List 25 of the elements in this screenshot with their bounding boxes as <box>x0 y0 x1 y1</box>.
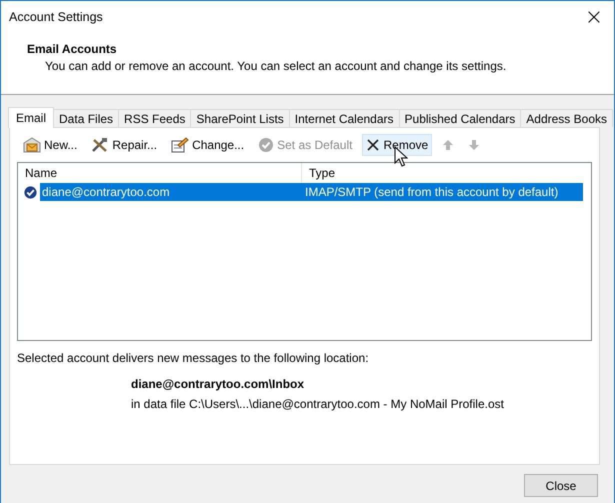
location-intro: Selected account delivers new messages to the following location: <box>17 351 370 365</box>
section-description: You can add or remove an account. You can select an account and change its settings. <box>44 59 508 73</box>
column-header[interactable]: Type <box>302 163 580 183</box>
data-file-path: in data file C:\Users\...\diane@contrarytoo.com - My NoMail Profile.ost <box>131 397 505 411</box>
down-arrow-icon <box>468 139 480 151</box>
tools-icon <box>91 137 110 153</box>
close-button[interactable]: × <box>574 1 614 33</box>
window-title: Account Settings <box>9 10 103 24</box>
toolbar-button[interactable]: New... <box>19 134 82 156</box>
tab[interactable]: Address Books <box>520 109 613 127</box>
toolbar-button[interactable]: Remove <box>362 134 432 156</box>
account-name: diane@contrarytoo.com <box>40 183 302 201</box>
close-dialog-button[interactable]: Close <box>524 474 598 497</box>
account-type: IMAP/SMTP (send from this account by default) <box>302 183 583 201</box>
toolbar-button[interactable]: Repair... <box>87 134 162 156</box>
check-circle-icon <box>258 137 274 153</box>
inbox-path: diane@contrarytoo.com\Inbox <box>131 377 306 391</box>
up-arrow-icon <box>442 139 454 151</box>
close-icon <box>366 138 380 152</box>
envelope-icon <box>23 137 41 153</box>
account-row[interactable]: diane@contrarytoo.com IMAP/SMTP (send from this account by default) <box>18 183 591 201</box>
section-title: Email Accounts <box>27 42 118 56</box>
tab[interactable]: Email <box>8 107 54 128</box>
document-pencil-icon <box>171 137 190 153</box>
toolbar-button[interactable]: Change... <box>167 134 248 156</box>
